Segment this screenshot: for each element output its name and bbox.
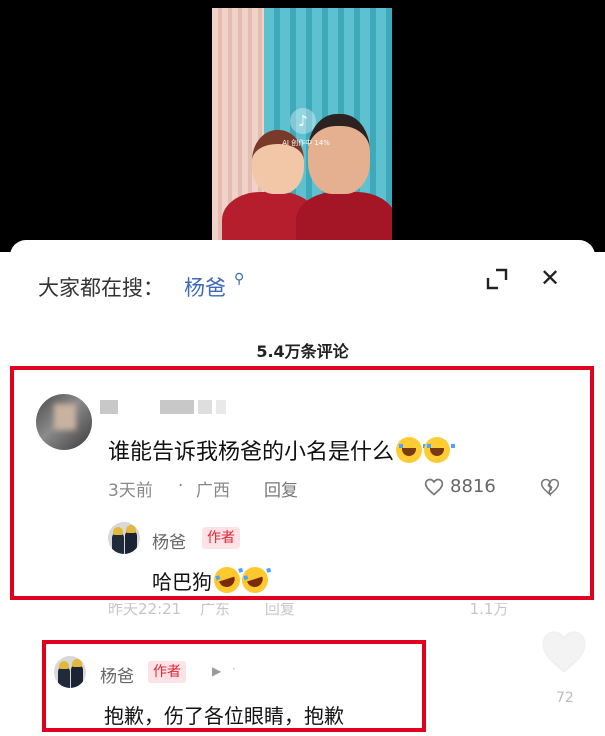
heart-icon[interactable] — [540, 630, 588, 674]
video-player[interactable]: ♪ AI 创作中 14% — [0, 0, 605, 252]
expand-icon[interactable] — [486, 268, 508, 290]
highlight-box — [42, 640, 426, 732]
close-icon[interactable]: ✕ — [540, 264, 560, 292]
search-suggestion-prefix: 大家都在搜： — [38, 276, 164, 300]
like-count: 72 — [556, 690, 574, 706]
video-frame: ♪ AI 创作中 14% — [212, 8, 392, 252]
search-icon[interactable]: ⚲ — [234, 271, 244, 287]
man-head — [308, 114, 370, 194]
search-suggestion-link[interactable]: 杨爸 — [184, 272, 226, 302]
highlight-box — [10, 366, 594, 600]
ai-progress-label: AI 创作中 14% — [282, 139, 330, 147]
comment-count-title: 5.4万条评论 — [256, 342, 349, 361]
tiktok-logo-icon: ♪ — [290, 108, 316, 134]
